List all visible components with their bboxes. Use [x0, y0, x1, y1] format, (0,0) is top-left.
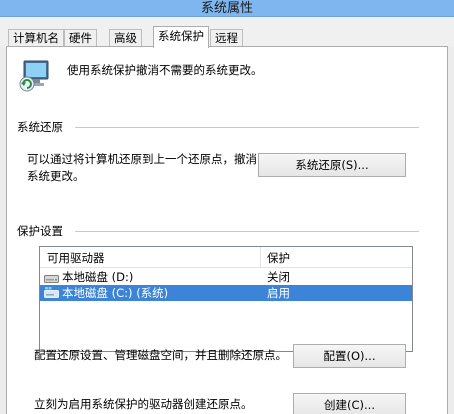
column-header-protection[interactable]: 保护 [267, 250, 290, 266]
tab-bar: 计算机名 硬件 高级 系统保护 远程 [0, 17, 454, 48]
list-header: 可用驱动器 保护 [40, 247, 412, 268]
protection-settings-heading: 保护设置 [17, 224, 63, 238]
window-title: 系统属性 [200, 1, 253, 16]
tab-hardware[interactable]: 硬件 [64, 29, 97, 47]
system-protection-icon [18, 57, 54, 93]
divider [75, 127, 419, 128]
drive-row-d[interactable]: 本地磁盘 (D:) 关闭 [40, 269, 412, 285]
configure-button[interactable]: 配置(O)... [293, 344, 406, 368]
title-bar[interactable]: 系统属性 [0, 0, 454, 17]
tab-computer-name[interactable]: 计算机名 [8, 29, 64, 47]
tab-system-protection[interactable]: 系统保护 [153, 26, 209, 48]
drive-name: 本地磁盘 (D:) [62, 270, 134, 284]
system-properties-window: 系统属性 计算机名 硬件 高级 系统保护 远程 使用系统保护撤消不需要的系统更改… [0, 0, 454, 414]
drive-protection-status: 关闭 [267, 270, 290, 284]
column-divider[interactable] [260, 247, 261, 267]
system-restore-button[interactable]: 系统还原(S)... [258, 153, 406, 177]
tab-advanced[interactable]: 高级 [109, 29, 142, 47]
column-header-drives[interactable]: 可用驱动器 [47, 250, 105, 266]
divider [75, 231, 419, 232]
drive-row-c[interactable]: 本地磁盘 (C:) (系统) 启用 [40, 285, 412, 301]
windows-drive-icon [44, 287, 59, 299]
system-restore-heading: 系统还原 [17, 120, 63, 134]
intro-text: 使用系统保护撤消不需要的系统更改。 [67, 63, 263, 77]
drive-protection-status: 启用 [267, 286, 290, 300]
create-button[interactable]: 创建(C)... [293, 393, 406, 414]
system-restore-description: 可以通过将计算机还原到上一个还原点，撤消系统更改。 [27, 152, 257, 183]
tab-panel-system-protection: 使用系统保护撤消不需要的系统更改。 系统还原 可以通过将计算机还原到上一个还原点… [6, 46, 448, 414]
create-description: 立刻为启用系统保护的驱动器创建还原点。 [34, 397, 253, 411]
drive-name: 本地磁盘 (C:) (系统) [62, 286, 169, 300]
hard-drive-icon [44, 272, 59, 283]
protection-drives-list[interactable]: 可用驱动器 保护 本地磁盘 (D:) 关闭 本地磁盘 (C:) (系统) 启用 [39, 246, 413, 352]
configure-description: 配置还原设置、管理磁盘空间，并且删除还原点。 [34, 348, 287, 362]
tab-remote[interactable]: 远程 [210, 29, 243, 47]
